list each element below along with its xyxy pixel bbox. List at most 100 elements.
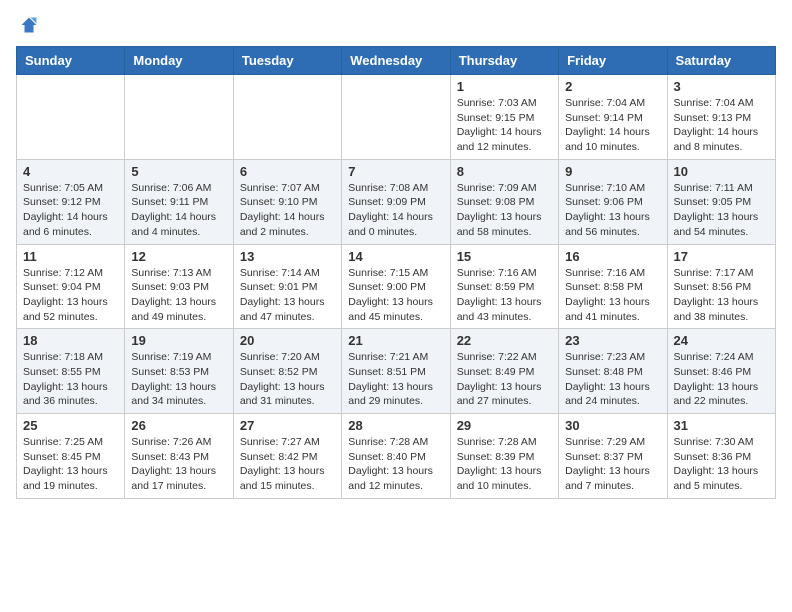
calendar-cell: 23 Sunrise: 7:23 AMSunset: 8:48 PMDayligh…: [559, 329, 667, 414]
calendar-week-row: 1Sunrise: 7:03 AMSunset: 9:15 PMDaylight…: [17, 75, 776, 160]
calendar-cell: [342, 75, 450, 160]
calendar-cell: [233, 75, 341, 160]
day-info: Sunrise: 7:12 AMSunset: 9:04 PMDaylight:…: [23, 266, 118, 325]
calendar-day-header: Saturday: [667, 47, 775, 75]
day-number: 19: [131, 333, 226, 348]
calendar-table: SundayMondayTuesdayWednesdayThursdayFrid…: [16, 46, 776, 499]
day-number: 1: [457, 79, 552, 94]
day-number: 10: [674, 164, 769, 179]
day-number: 21: [348, 333, 443, 348]
day-number: 13: [240, 249, 335, 264]
calendar-cell: 6 Sunrise: 7:07 AMSunset: 9:10 PMDaylight…: [233, 159, 341, 244]
calendar-day-header: Thursday: [450, 47, 558, 75]
day-number: 31: [674, 418, 769, 433]
calendar-cell: 20 Sunrise: 7:20 AMSunset: 8:52 PMDayligh…: [233, 329, 341, 414]
day-number: 8: [457, 164, 552, 179]
day-info: Sunrise: 7:24 AMSunset: 8:46 PMDaylight:…: [674, 350, 769, 409]
calendar-cell: 17 Sunrise: 7:17 AMSunset: 8:56 PMDayligh…: [667, 244, 775, 329]
calendar-cell: 14 Sunrise: 7:15 AMSunset: 9:00 PMDayligh…: [342, 244, 450, 329]
day-number: 7: [348, 164, 443, 179]
calendar-cell: 11 Sunrise: 7:12 AMSunset: 9:04 PMDayligh…: [17, 244, 125, 329]
calendar-cell: 29 Sunrise: 7:28 AMSunset: 8:39 PMDayligh…: [450, 414, 558, 499]
day-number: 2: [565, 79, 660, 94]
logo: [16, 16, 38, 34]
calendar-cell: 19Sunrise: 7:19 AMSunset: 8:53 PMDayligh…: [125, 329, 233, 414]
day-number: 22: [457, 333, 552, 348]
day-info: Sunrise: 7:05 AMSunset: 9:12 PMDaylight:…: [23, 181, 118, 240]
calendar-week-row: 4 Sunrise: 7:05 AMSunset: 9:12 PMDaylight…: [17, 159, 776, 244]
day-info: Sunrise: 7:14 AMSunset: 9:01 PMDaylight:…: [240, 266, 335, 325]
day-info: Sunrise: 7:18 AMSunset: 8:55 PMDaylight:…: [23, 350, 118, 409]
day-info: Sunrise: 7:28 AMSunset: 8:40 PMDaylight:…: [348, 435, 443, 494]
calendar-cell: 25 Sunrise: 7:25 AMSunset: 8:45 PMDayligh…: [17, 414, 125, 499]
logo-icon: [20, 16, 38, 34]
day-number: 16: [565, 249, 660, 264]
calendar-header-row: SundayMondayTuesdayWednesdayThursdayFrid…: [17, 47, 776, 75]
day-info: Sunrise: 7:08 AMSunset: 9:09 PMDaylight:…: [348, 181, 443, 240]
calendar-cell: 18 Sunrise: 7:18 AMSunset: 8:55 PMDayligh…: [17, 329, 125, 414]
calendar-week-row: 11 Sunrise: 7:12 AMSunset: 9:04 PMDayligh…: [17, 244, 776, 329]
calendar-cell: 26 Sunrise: 7:26 AMSunset: 8:43 PMDayligh…: [125, 414, 233, 499]
day-info: Sunrise: 7:13 AMSunset: 9:03 PMDaylight:…: [131, 266, 226, 325]
day-number: 11: [23, 249, 118, 264]
calendar-cell: 21Sunrise: 7:21 AMSunset: 8:51 PMDayligh…: [342, 329, 450, 414]
day-number: 24: [674, 333, 769, 348]
calendar-week-row: 18 Sunrise: 7:18 AMSunset: 8:55 PMDayligh…: [17, 329, 776, 414]
calendar-cell: 8 Sunrise: 7:09 AMSunset: 9:08 PMDaylight…: [450, 159, 558, 244]
day-number: 18: [23, 333, 118, 348]
day-info: Sunrise: 7:26 AMSunset: 8:43 PMDaylight:…: [131, 435, 226, 494]
day-number: 4: [23, 164, 118, 179]
day-info: Sunrise: 7:15 AMSunset: 9:00 PMDaylight:…: [348, 266, 443, 325]
calendar-day-header: Sunday: [17, 47, 125, 75]
day-info: Sunrise: 7:20 AMSunset: 8:52 PMDaylight:…: [240, 350, 335, 409]
day-info: Sunrise: 7:16 AMSunset: 8:58 PMDaylight:…: [565, 266, 660, 325]
calendar-cell: 22 Sunrise: 7:22 AMSunset: 8:49 PMDayligh…: [450, 329, 558, 414]
day-number: 27: [240, 418, 335, 433]
calendar-cell: 30Sunrise: 7:29 AMSunset: 8:37 PMDayligh…: [559, 414, 667, 499]
day-info: Sunrise: 7:17 AMSunset: 8:56 PMDaylight:…: [674, 266, 769, 325]
calendar-cell: 13 Sunrise: 7:14 AMSunset: 9:01 PMDayligh…: [233, 244, 341, 329]
day-number: 6: [240, 164, 335, 179]
calendar-cell: 31 Sunrise: 7:30 AMSunset: 8:36 PMDayligh…: [667, 414, 775, 499]
calendar-cell: [17, 75, 125, 160]
calendar-day-header: Wednesday: [342, 47, 450, 75]
calendar-week-row: 25 Sunrise: 7:25 AMSunset: 8:45 PMDayligh…: [17, 414, 776, 499]
calendar-day-header: Tuesday: [233, 47, 341, 75]
day-info: Sunrise: 7:25 AMSunset: 8:45 PMDaylight:…: [23, 435, 118, 494]
calendar-cell: 24 Sunrise: 7:24 AMSunset: 8:46 PMDayligh…: [667, 329, 775, 414]
day-number: 25: [23, 418, 118, 433]
calendar-cell: 2 Sunrise: 7:04 AMSunset: 9:14 PMDaylight…: [559, 75, 667, 160]
day-number: 26: [131, 418, 226, 433]
calendar-cell: 5Sunrise: 7:06 AMSunset: 9:11 PMDaylight…: [125, 159, 233, 244]
calendar-cell: 10 Sunrise: 7:11 AMSunset: 9:05 PMDayligh…: [667, 159, 775, 244]
calendar-cell: [125, 75, 233, 160]
day-info: Sunrise: 7:11 AMSunset: 9:05 PMDaylight:…: [674, 181, 769, 240]
day-number: 12: [131, 249, 226, 264]
day-info: Sunrise: 7:30 AMSunset: 8:36 PMDaylight:…: [674, 435, 769, 494]
day-number: 23: [565, 333, 660, 348]
day-info: Sunrise: 7:07 AMSunset: 9:10 PMDaylight:…: [240, 181, 335, 240]
day-info: Sunrise: 7:04 AMSunset: 9:13 PMDaylight:…: [674, 96, 769, 155]
day-number: 30: [565, 418, 660, 433]
day-number: 29: [457, 418, 552, 433]
day-number: 20: [240, 333, 335, 348]
day-number: 17: [674, 249, 769, 264]
day-number: 28: [348, 418, 443, 433]
day-info: Sunrise: 7:10 AMSunset: 9:06 PMDaylight:…: [565, 181, 660, 240]
day-info: Sunrise: 7:28 AMSunset: 8:39 PMDaylight:…: [457, 435, 552, 494]
calendar-cell: 3Sunrise: 7:04 AMSunset: 9:13 PMDaylight…: [667, 75, 775, 160]
day-info: Sunrise: 7:09 AMSunset: 9:08 PMDaylight:…: [457, 181, 552, 240]
day-number: 14: [348, 249, 443, 264]
calendar-cell: 28 Sunrise: 7:28 AMSunset: 8:40 PMDayligh…: [342, 414, 450, 499]
calendar-cell: 4 Sunrise: 7:05 AMSunset: 9:12 PMDaylight…: [17, 159, 125, 244]
day-info: Sunrise: 7:06 AMSunset: 9:11 PMDaylight:…: [131, 181, 226, 240]
day-info: Sunrise: 7:22 AMSunset: 8:49 PMDaylight:…: [457, 350, 552, 409]
calendar-day-header: Friday: [559, 47, 667, 75]
calendar-cell: 1Sunrise: 7:03 AMSunset: 9:15 PMDaylight…: [450, 75, 558, 160]
day-info: Sunrise: 7:23 AMSunset: 8:48 PMDaylight:…: [565, 350, 660, 409]
calendar-cell: 15Sunrise: 7:16 AMSunset: 8:59 PMDayligh…: [450, 244, 558, 329]
day-info: Sunrise: 7:16 AMSunset: 8:59 PMDaylight:…: [457, 266, 552, 325]
day-info: Sunrise: 7:04 AMSunset: 9:14 PMDaylight:…: [565, 96, 660, 155]
calendar-cell: 27Sunrise: 7:27 AMSunset: 8:42 PMDayligh…: [233, 414, 341, 499]
calendar-cell: 16 Sunrise: 7:16 AMSunset: 8:58 PMDayligh…: [559, 244, 667, 329]
